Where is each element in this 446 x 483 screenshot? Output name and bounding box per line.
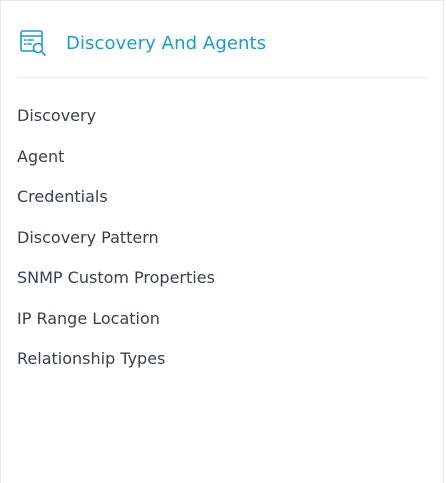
header-divider [17,77,428,78]
menu-item-credentials[interactable]: Credentials [17,182,215,223]
menu-item-agent[interactable]: Agent [17,142,215,183]
menu-item-relationship-types[interactable]: Relationship Types [17,344,215,385]
menu-list: Discovery Agent Credentials Discovery Pa… [17,101,215,385]
menu-item-ip-range-location[interactable]: IP Range Location [17,304,215,345]
menu-item-discovery-pattern[interactable]: Discovery Pattern [17,223,215,264]
menu-item-snmp-custom-properties[interactable]: SNMP Custom Properties [17,263,215,304]
section-title: Discovery And Agents [66,32,267,54]
menu-item-discovery[interactable]: Discovery [17,101,215,142]
section-header: Discovery And Agents [17,27,266,59]
discovery-search-icon [17,27,49,59]
settings-panel: Discovery And Agents Discovery Agent Cre… [0,0,444,483]
